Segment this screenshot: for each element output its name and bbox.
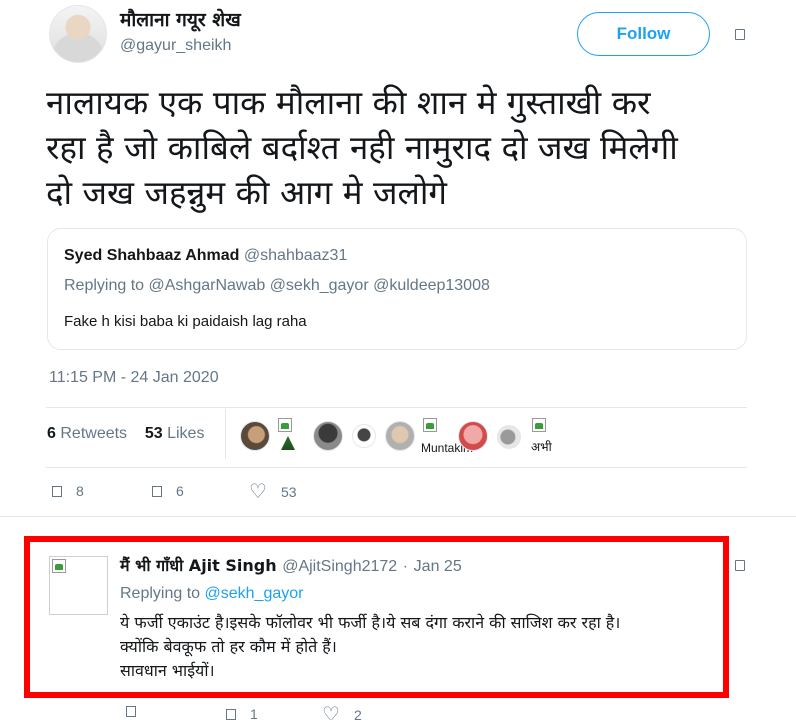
liker-avatar[interactable] <box>458 421 488 451</box>
liker-avatar[interactable] <box>240 421 270 451</box>
replying-prefix: Replying to <box>64 277 145 294</box>
reply-separator: · <box>402 558 409 575</box>
reply-date[interactable]: Jan 25 <box>414 558 462 575</box>
reply-reply-action[interactable] <box>126 706 150 717</box>
reply-icon[interactable] <box>126 706 136 717</box>
reply-like-action[interactable]: ♡ 2 <box>322 705 362 720</box>
tweet-stats: 6 Retweets 53 Likes <box>47 425 204 443</box>
liker-avatar-broken[interactable] <box>278 418 296 436</box>
reply-more-options-icon[interactable] <box>735 560 745 571</box>
replying-prefix: Replying to <box>120 585 201 602</box>
author-handle[interactable]: @gayur_sheikh <box>120 37 231 55</box>
liker-avatar[interactable] <box>313 421 343 451</box>
like-count[interactable]: 53 Likes <box>145 425 205 442</box>
liker-avatar-broken[interactable] <box>423 418 441 436</box>
liker-avatar-partial <box>281 436 295 450</box>
quoted-author-handle: @shahbaaz31 <box>243 247 348 264</box>
heart-icon[interactable]: ♡ <box>322 705 340 720</box>
reply-retweet-action[interactable]: 1 <box>226 706 258 720</box>
quoted-text: Fake h kisi baba ki paidaish lag raha <box>64 313 307 330</box>
replying-to-handles[interactable]: @AshgarNawab @sekh_gayor @kuldeep13008 <box>149 277 490 294</box>
replying-to-handle[interactable]: @sekh_gayor <box>205 585 304 602</box>
reply-author-name[interactable]: मैं भी गाँधी Ajit Singh <box>120 556 277 575</box>
liker-avatar-broken[interactable] <box>532 418 550 436</box>
reply-author-handle[interactable]: @AjitSingh2172 <box>282 558 397 575</box>
quoted-author-name: Syed Shahbaaz Ahmad <box>64 247 240 264</box>
tweet-text: नालायक एक पाक मौलाना की शान मे गुस्ताखी … <box>46 80 756 215</box>
like-action[interactable]: ♡ 53 <box>249 482 297 502</box>
tweet-text-line: दो जख जहन्नुम की आग मे जलोगे <box>46 173 447 212</box>
reply-action[interactable]: 8 <box>52 483 84 499</box>
reply-text-line: क्योंकि बेवकूफ तो हर कौम में होते हैं। <box>120 637 337 656</box>
tweet-text-line: रहा है जो काबिले बर्दाश्त नही नामुराद दो… <box>46 128 678 167</box>
retweet-action[interactable]: 6 <box>152 483 184 499</box>
quoted-author: Syed Shahbaaz Ahmad @shahbaaz31 <box>64 247 347 265</box>
quoted-replying-to: Replying to @AshgarNawab @sekh_gayor @ku… <box>64 277 490 295</box>
reply-text: ये फर्जी एकाउंट है।इसके फॉलोवर भी फर्जी … <box>120 611 620 683</box>
reply-author: मैं भी गाँधी Ajit Singh @AjitSingh2172 ·… <box>120 554 462 576</box>
liker-avatar[interactable] <box>385 421 415 451</box>
author-name[interactable]: मौलाना गयूर शेख <box>120 6 241 32</box>
liker-name: अभी <box>531 440 552 454</box>
reply-text-line: सावधान भाईयों। <box>120 661 215 680</box>
divider <box>46 467 747 468</box>
reply-icon[interactable] <box>52 485 62 497</box>
divider <box>0 516 796 517</box>
reply-replying-to: Replying to @sekh_gayor <box>120 585 303 603</box>
liker-avatar[interactable] <box>352 424 376 448</box>
quoted-tweet[interactable]: Syed Shahbaaz Ahmad @shahbaaz31 Replying… <box>47 228 747 350</box>
divider <box>46 407 747 408</box>
retweet-icon[interactable] <box>152 485 162 497</box>
tweet-text-line: नालायक एक पाक मौलाना की शान मे गुस्ताखी … <box>46 83 651 122</box>
more-options-icon[interactable] <box>735 29 745 40</box>
tweet-timestamp[interactable]: 11:15 PM - 24 Jan 2020 <box>49 369 219 387</box>
liker-avatar[interactable] <box>497 425 521 449</box>
reply-text-line: ये फर्जी एकाउंट है।इसके फॉलोवर भी फर्जी … <box>120 613 621 632</box>
heart-icon[interactable]: ♡ <box>249 482 267 502</box>
stats-divider <box>225 409 226 459</box>
author-avatar[interactable] <box>49 5 107 63</box>
reply-author-avatar[interactable] <box>49 556 108 615</box>
retweet-icon[interactable] <box>226 708 236 720</box>
follow-button[interactable]: Follow <box>577 12 710 56</box>
retweet-count[interactable]: 6 Retweets <box>47 425 127 442</box>
